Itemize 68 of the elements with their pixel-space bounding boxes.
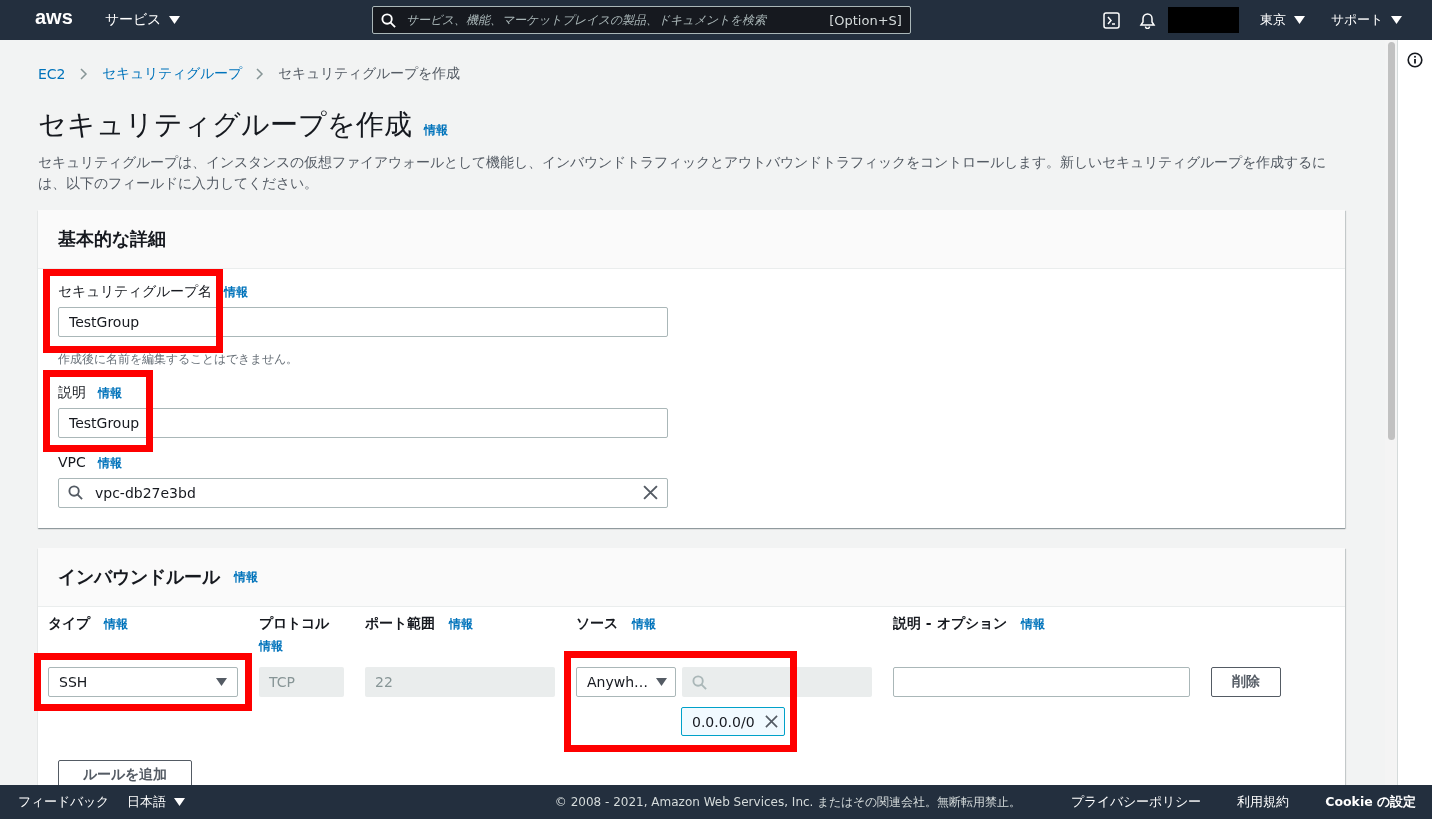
type-select[interactable]: SSH — [48, 667, 238, 697]
language-menu[interactable]: 日本語 — [127, 793, 185, 811]
footer-link[interactable]: 利用規約 — [1237, 793, 1290, 811]
aws-logo[interactable]: aws — [35, 5, 73, 29]
field-label: 説明 — [58, 384, 86, 402]
info-link[interactable]: 情報 — [449, 616, 473, 633]
page-description: セキュリティグループは、インスタンスの仮想ファイアウォールとして機能し、インバウンドトラフィックとアウトバウンドトラフィックをコントロールします。新しいセキュリティグループを作成するには、以下のフィールドに入力してください。 — [38, 153, 1327, 193]
breadcrumb-link[interactable]: EC2 — [38, 66, 66, 82]
field-label: セキュリティグループ名 — [58, 283, 212, 301]
add-rule-button[interactable]: ルールを追加 — [58, 760, 192, 785]
info-link[interactable]: 情報 — [632, 616, 656, 633]
cidr-search-field[interactable] — [682, 667, 872, 697]
caret-down-icon — [174, 798, 185, 806]
info-link[interactable]: 情報 — [1020, 616, 1045, 633]
search-icon — [380, 12, 396, 28]
info-link[interactable]: 情報 — [424, 122, 448, 139]
caret-down-icon — [656, 678, 667, 686]
column-header: ソース — [576, 615, 618, 633]
column-header: 説明 - オプション — [893, 615, 1007, 633]
caret-down-icon — [168, 16, 180, 24]
protocol-field: TCP — [259, 667, 344, 697]
close-icon[interactable] — [643, 485, 658, 500]
page-title: セキュリティグループを作成 — [38, 107, 412, 143]
current-page-label: セキュリティグループを作成 — [277, 65, 460, 83]
info-link[interactable]: 情報 — [98, 385, 122, 402]
chevron-right-icon — [255, 68, 264, 80]
keyboard-shortcut: [Option+S] — [829, 12, 902, 28]
footer-link[interactable]: プライバシーポリシー — [1071, 793, 1202, 811]
feedback-link[interactable]: フィードバック — [18, 793, 109, 811]
port-range-field: 22 — [365, 667, 555, 697]
chevron-right-icon — [79, 68, 88, 80]
info-link[interactable]: 情報 — [259, 637, 283, 655]
close-icon[interactable] — [765, 715, 778, 728]
info-link[interactable]: 情報 — [104, 616, 128, 633]
column-header: プロトコル — [259, 615, 329, 633]
info-link[interactable]: 情報 — [234, 568, 258, 586]
card-title: インバウンドルール — [58, 565, 220, 589]
search-input[interactable]: サービス、機能、マーケットプレイスの製品、ドキュメントを検索 — [403, 12, 822, 28]
description-input[interactable] — [893, 667, 1190, 697]
search-icon — [68, 485, 83, 500]
cidr-text: 0.0.0.0/0 — [692, 713, 755, 730]
bell-icon[interactable] — [1139, 11, 1156, 29]
info-icon[interactable] — [1407, 52, 1423, 68]
field-label: VPC — [58, 454, 86, 470]
caret-down-icon — [216, 678, 227, 686]
footer-link[interactable]: Cookie の設定 — [1325, 793, 1416, 811]
caret-down-icon — [1294, 16, 1305, 24]
copyright-text: © 2008 - 2021, Amazon Web Services, Inc. またはその関連会社。無断転用禁止。 — [554, 793, 1022, 811]
info-link[interactable]: 情報 — [224, 284, 248, 301]
caret-down-icon — [1391, 16, 1402, 24]
search-bar[interactable]: サービス、機能、マーケットプレイスの製品、ドキュメントを検索 [Option+S] — [371, 6, 911, 34]
text-input[interactable]: TestGroup — [58, 307, 668, 337]
column-header: タイプ — [48, 615, 90, 633]
text-input[interactable]: TestGroup — [58, 408, 668, 438]
vpc-search-field[interactable]: vpc-db27e3bd — [58, 478, 668, 508]
column-header: ポート範囲 — [365, 615, 435, 633]
region-menu[interactable]: 東京 — [1260, 11, 1305, 29]
card-title: 基本的な詳細 — [58, 227, 166, 251]
support-menu[interactable]: サポート — [1331, 11, 1402, 29]
info-link[interactable]: 情報 — [97, 455, 122, 472]
source-select[interactable]: Anywh… — [576, 667, 676, 697]
field-hint: 作成後に名前を編集することはできません。 — [58, 351, 299, 368]
services-menu[interactable]: サービス — [104, 11, 180, 29]
redacted-block — [1168, 7, 1239, 33]
delete-button[interactable]: 削除 — [1211, 667, 1281, 697]
search-icon — [692, 674, 707, 690]
terminal-icon[interactable] — [1103, 11, 1120, 29]
breadcrumb-link[interactable]: セキュリティグループ — [101, 65, 242, 83]
